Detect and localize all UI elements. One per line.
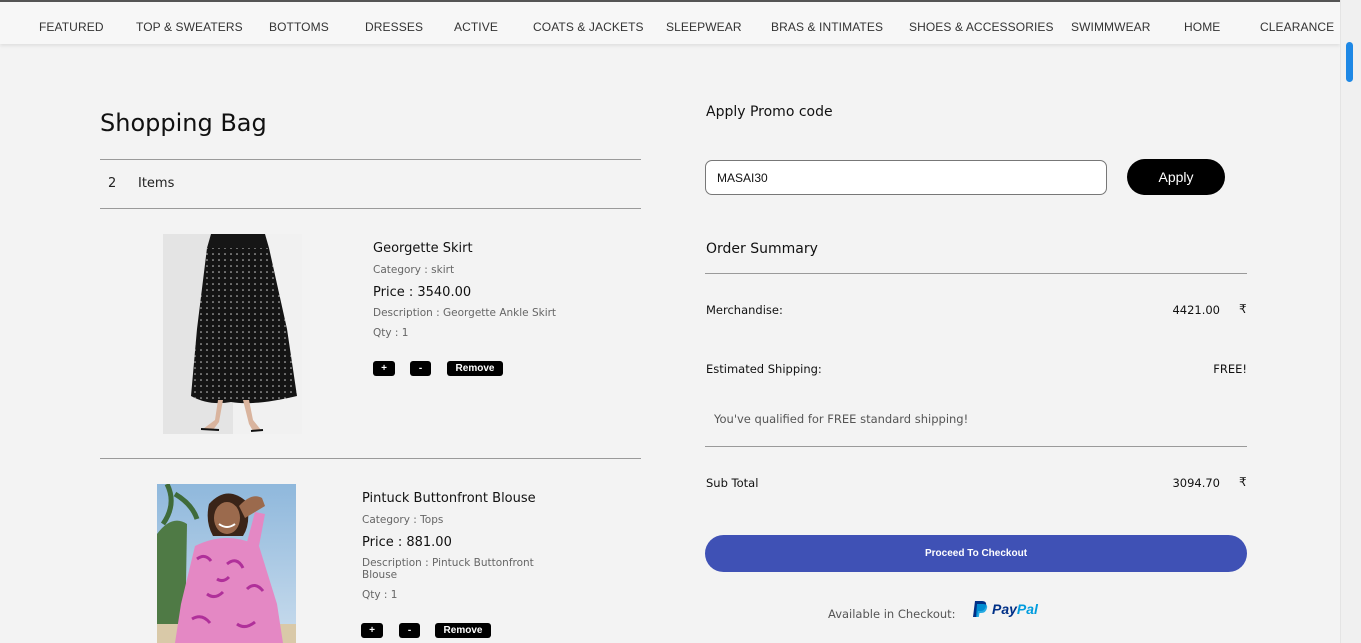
subtotal-label: Sub Total xyxy=(706,476,759,490)
qty-plus-button[interactable]: + xyxy=(361,623,383,638)
items-label: Items xyxy=(138,176,175,191)
product-name[interactable]: Pintuck Buttonfront Blouse xyxy=(362,491,536,506)
remove-button[interactable]: Remove xyxy=(447,361,503,376)
page-scrollbar[interactable] xyxy=(1340,0,1361,643)
nav-item-bras-intimates[interactable]: BRAS & INTIMATES xyxy=(771,20,883,34)
rupee-icon: ₹ xyxy=(1239,475,1247,489)
nav-item-featured[interactable]: FEATURED xyxy=(39,20,104,34)
items-count: 2 xyxy=(108,176,117,191)
nav-item-coats-jackets[interactable]: COATS & JACKETS xyxy=(533,20,644,34)
product-description: Description : Georgette Ankle Skirt xyxy=(373,307,557,319)
paypal-wordmark: PayPal xyxy=(992,601,1038,617)
paypal-icon xyxy=(973,601,988,617)
product-price: Price : 3540.00 xyxy=(373,285,472,300)
product-description: Description : Pintuck Buttonfront Blouse xyxy=(362,557,534,581)
product-image-blouse[interactable] xyxy=(157,484,296,643)
proceed-to-checkout-button[interactable]: Proceed To Checkout xyxy=(705,535,1247,572)
qty-plus-button[interactable]: + xyxy=(373,361,395,376)
qty-minus-button[interactable]: - xyxy=(410,361,431,376)
shipping-label: Estimated Shipping: xyxy=(706,362,822,376)
apply-promo-button[interactable]: Apply xyxy=(1127,159,1225,195)
nav-item-tops-sweaters[interactable]: TOP & SWEATERS xyxy=(136,20,243,34)
divider xyxy=(705,446,1247,447)
nav-item-swimwear[interactable]: SWIMMWEAR xyxy=(1071,20,1151,34)
product-image-skirt[interactable] xyxy=(163,234,302,434)
divider xyxy=(100,458,641,459)
order-summary-title: Order Summary xyxy=(706,241,818,257)
nav-item-dresses[interactable]: DRESSES xyxy=(365,20,423,34)
remove-button[interactable]: Remove xyxy=(435,623,491,638)
qty-minus-button[interactable]: - xyxy=(399,623,420,638)
merchandise-label: Merchandise: xyxy=(706,303,783,317)
merchandise-value: 4421.00 xyxy=(1172,303,1220,317)
product-category: Category : skirt xyxy=(373,264,455,276)
divider xyxy=(100,208,641,209)
promo-code-input[interactable] xyxy=(705,160,1107,195)
promo-title: Apply Promo code xyxy=(706,104,833,120)
scrollbar-thumb[interactable] xyxy=(1346,42,1353,82)
nav-item-shoes-accessories[interactable]: SHOES & ACCESSORIES xyxy=(909,20,1054,34)
nav-item-bottoms[interactable]: BOTTOMS xyxy=(269,20,329,34)
top-nav: FEATURED TOP & SWEATERS BOTTOMS DRESSES … xyxy=(0,0,1340,44)
subtotal-value: 3094.70 xyxy=(1172,476,1220,490)
page-title: Shopping Bag xyxy=(100,109,267,137)
divider xyxy=(100,159,641,160)
product-price: Price : 881.00 xyxy=(362,535,452,550)
nav-item-clearance[interactable]: CLEARANCE xyxy=(1260,20,1334,34)
nav-item-home[interactable]: HOME xyxy=(1184,20,1220,34)
product-name[interactable]: Georgette Skirt xyxy=(373,241,473,256)
shipping-note: You've qualified for FREE standard shipp… xyxy=(714,412,969,426)
nav-item-sleepwear[interactable]: SLEEPWEAR xyxy=(666,20,742,34)
blouse-photo xyxy=(157,484,296,643)
nav-item-active[interactable]: ACTIVE xyxy=(454,20,498,34)
paypal-logo[interactable]: PayPal xyxy=(972,600,1038,618)
shipping-value: FREE! xyxy=(1213,362,1247,376)
product-qty: Qty : 1 xyxy=(362,589,398,601)
divider xyxy=(705,273,1247,274)
rupee-icon: ₹ xyxy=(1239,302,1247,316)
skirt-photo xyxy=(163,234,302,434)
product-qty: Qty : 1 xyxy=(373,327,409,339)
available-in-checkout-label: Available in Checkout: xyxy=(828,607,956,621)
product-category: Category : Tops xyxy=(362,514,444,526)
